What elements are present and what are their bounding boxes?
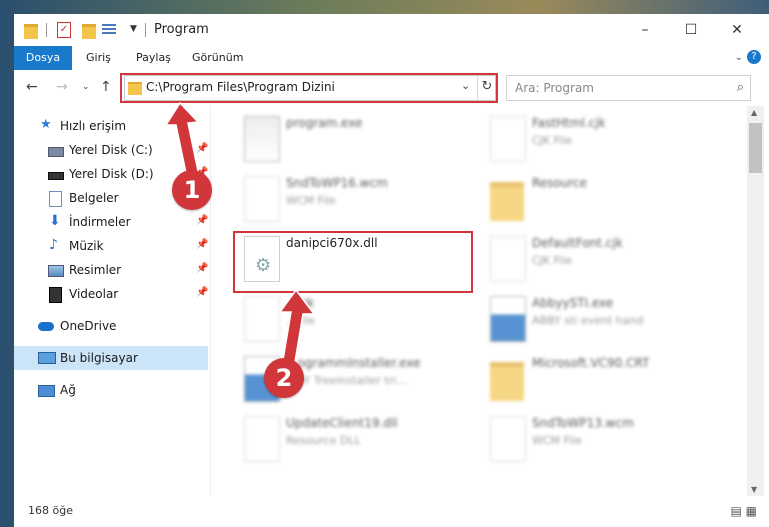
step-badge-2: 2 <box>264 358 304 398</box>
arrow-1 <box>164 101 200 174</box>
step-badge-1: 1 <box>172 170 212 210</box>
annotation-arrows <box>164 101 316 363</box>
arrow-2 <box>278 288 316 363</box>
